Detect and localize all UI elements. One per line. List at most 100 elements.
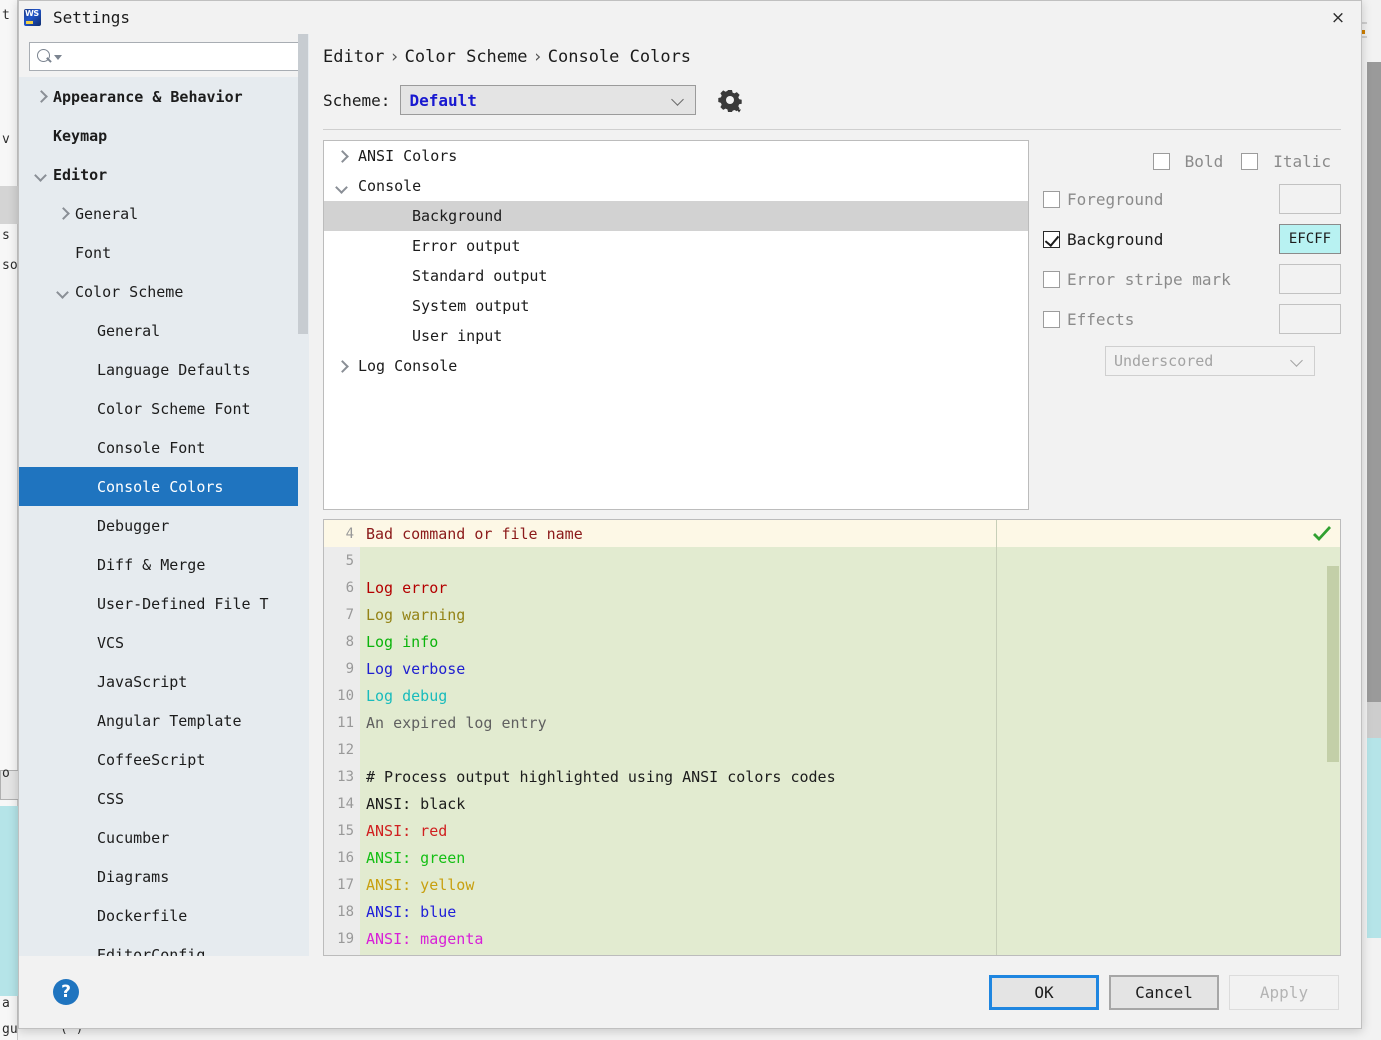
preview-text-span: An expired log entry — [366, 713, 547, 732]
sidebar-item-keymap[interactable]: Keymap — [19, 116, 309, 155]
color-preview-panel[interactable]: 4 5 6 7 8 9 10 11 12 13 14 15 16 17 18 19 Bad command o… — [323, 519, 1341, 956]
sidebar-item-label: Cucumber — [97, 828, 170, 847]
sidebar-item-appearance-behavior[interactable]: Appearance & Behavior — [19, 77, 309, 116]
sidebar-item-coffeescript[interactable]: CoffeeScript — [19, 740, 309, 779]
error-stripe-color-swatch[interactable] — [1279, 264, 1341, 294]
sidebar-item-color-scheme-font[interactable]: Color Scheme Font — [19, 389, 309, 428]
effects-color-swatch[interactable] — [1279, 304, 1341, 334]
preview-text-span: ANSI: green — [366, 848, 466, 867]
sidebar-item-label: CoffeeScript — [97, 750, 206, 769]
chevron-right-icon[interactable] — [334, 148, 350, 164]
sidebar-item-javascript[interactable]: JavaScript — [19, 662, 309, 701]
breadcrumb-part: Color Scheme — [404, 47, 528, 67]
preview-gutter: 4 5 6 7 8 9 10 11 12 13 14 15 16 17 18 19 — [324, 520, 360, 955]
breadcrumb-part: Console Colors — [547, 47, 692, 67]
dialog-titlebar: Settings × — [19, 1, 1361, 34]
attribute-row-background[interactable]: Background — [324, 201, 1028, 231]
sidebar-item-color-scheme[interactable]: Color Scheme — [19, 272, 309, 311]
sidebar-tree[interactable]: Appearance & Behavior Keymap Editor General… — [19, 77, 309, 956]
sidebar-item-editor[interactable]: Editor — [19, 155, 309, 194]
preview-scrollbar-thumb[interactable] — [1327, 566, 1339, 762]
breadcrumb-separator: › — [532, 47, 543, 67]
chevron-right-icon[interactable] — [334, 358, 350, 374]
sidebar-item-diagrams[interactable]: Diagrams — [19, 857, 309, 896]
sidebar-item-user-defined-file-t[interactable]: User-Defined File T — [19, 584, 309, 623]
preview-line-number: 15 — [337, 822, 354, 839]
sidebar-item-general[interactable]: General — [19, 311, 309, 350]
chevron-right-icon[interactable] — [55, 206, 71, 222]
attribute-row-ansi-colors[interactable]: ANSI Colors — [324, 141, 1028, 171]
attribute-row-standard-output[interactable]: Standard output — [324, 261, 1028, 291]
foreground-color-swatch[interactable] — [1279, 184, 1341, 214]
sidebar-scrollbar-thumb[interactable] — [298, 34, 308, 334]
attribute-row-label: System output — [412, 297, 530, 315]
sidebar-item-label: Keymap — [53, 126, 108, 145]
background-label: Background — [1067, 229, 1164, 249]
sidebar-item-label: Dockerfile — [97, 906, 188, 925]
preview-text-span: Log verbose — [366, 659, 466, 678]
background-text-fragment: o — [2, 766, 10, 781]
error-stripe-checkbox[interactable] — [1043, 270, 1060, 288]
scheme-label: Scheme: — [323, 90, 391, 110]
sidebar-item-dockerfile[interactable]: Dockerfile — [19, 896, 309, 935]
chevron-down-icon[interactable] — [54, 55, 62, 60]
help-button[interactable]: ? — [53, 979, 79, 1005]
attribute-row-error-output[interactable]: Error output — [324, 231, 1028, 261]
attribute-tree[interactable]: ANSI Colors Console Background Error output… — [323, 140, 1029, 510]
gear-icon[interactable] — [714, 84, 746, 116]
attribute-row-user-input[interactable]: User input — [324, 321, 1028, 351]
sidebar-item-console-font[interactable]: Console Font — [19, 428, 309, 467]
background-color-swatch[interactable]: EFCFF — [1279, 224, 1341, 254]
sidebar-item-vcs[interactable]: VCS — [19, 623, 309, 662]
effects-checkbox[interactable] — [1043, 310, 1060, 328]
bold-checkbox[interactable] — [1152, 152, 1170, 170]
preview-code[interactable]: Bad command or file name Log error Log war… — [360, 520, 1340, 955]
ok-button[interactable]: OK — [989, 974, 1099, 1010]
attribute-row-system-output[interactable]: System output — [324, 291, 1028, 321]
search-box[interactable] — [29, 42, 299, 71]
background-scrollbar-thumb[interactable] — [1367, 62, 1381, 702]
apply-button[interactable]: Apply — [1229, 974, 1339, 1010]
close-icon[interactable]: × — [1325, 5, 1351, 31]
sidebar-item-general[interactable]: General — [19, 194, 309, 233]
italic-checkbox[interactable] — [1241, 152, 1259, 170]
attribute-row-log-console[interactable]: Log Console — [324, 351, 1028, 381]
sidebar-item-label: Editor — [53, 165, 108, 184]
background-text-fragment: gu — [2, 1022, 18, 1037]
background-checkbox[interactable] — [1043, 230, 1060, 248]
search-input[interactable] — [62, 44, 292, 69]
sidebar-item-css[interactable]: CSS — [19, 779, 309, 818]
chevron-down-icon[interactable] — [334, 178, 350, 194]
chevron-right-icon[interactable] — [33, 89, 49, 105]
chevron-down-icon[interactable] — [55, 284, 71, 300]
background-scrollbar-track[interactable] — [1367, 702, 1381, 738]
sidebar-scrollbar[interactable] — [298, 34, 309, 956]
preview-line-number: 12 — [337, 741, 354, 758]
effects-type-select[interactable]: Underscored — [1105, 346, 1315, 376]
background-text-fragment: t — [2, 8, 10, 23]
chevron-down-icon[interactable] — [33, 167, 49, 183]
right-margin-line — [996, 520, 997, 955]
foreground-checkbox[interactable] — [1043, 190, 1060, 208]
preview-line-number: 16 — [337, 849, 354, 866]
sidebar-item-font[interactable]: Font — [19, 233, 309, 272]
sidebar-item-diff-merge[interactable]: Diff & Merge — [19, 545, 309, 584]
sidebar-item-editorconfig[interactable]: EditorConfig — [19, 935, 309, 957]
sidebar-item-cucumber[interactable]: Cucumber — [19, 818, 309, 857]
preview-line — [360, 547, 1340, 574]
background-editor-tab — [0, 186, 18, 224]
sidebar-item-angular-template[interactable]: Angular Template — [19, 701, 309, 740]
attribute-row-console[interactable]: Console — [324, 171, 1028, 201]
cancel-button[interactable]: Cancel — [1109, 974, 1219, 1010]
sidebar-item-debugger[interactable]: Debugger — [19, 506, 309, 545]
sidebar-item-language-defaults[interactable]: Language Defaults — [19, 350, 309, 389]
sidebar-item-console-colors[interactable]: Console Colors — [19, 467, 309, 506]
scheme-select[interactable]: Default — [400, 85, 697, 115]
breadcrumb-separator: › — [389, 47, 400, 67]
